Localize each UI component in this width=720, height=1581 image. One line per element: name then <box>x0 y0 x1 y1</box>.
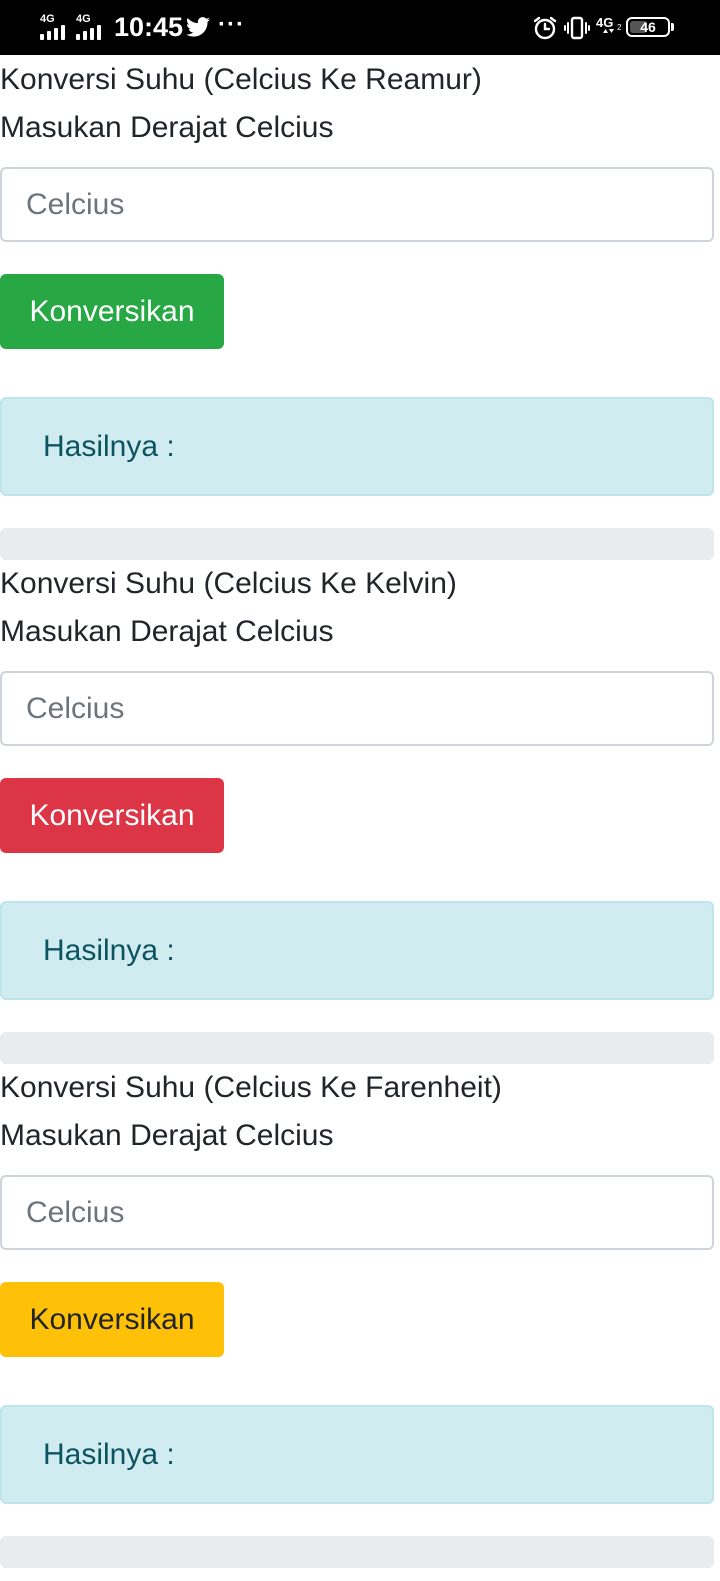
section-divider <box>0 1536 714 1568</box>
battery-level: 46 <box>640 19 656 35</box>
section-title: Konversi Suhu (Celcius Ke Farenheit) <box>0 1071 502 1104</box>
signal-strength-icon: 4G <box>40 14 72 40</box>
celcius-input[interactable] <box>0 1175 714 1250</box>
convert-button[interactable]: Konversikan <box>0 274 224 349</box>
alarm-icon <box>533 16 557 40</box>
vibrate-icon <box>564 16 590 40</box>
status-bar: 4G 4G 10:45 ··· 4G 2 46 <box>0 0 720 55</box>
result-box: Hasilnya : <box>0 1405 714 1504</box>
svg-text:2: 2 <box>617 23 622 32</box>
more-notifications-icon: ··· <box>218 11 245 38</box>
twitter-icon <box>186 17 210 37</box>
section-divider <box>0 528 714 560</box>
celcius-input[interactable] <box>0 671 714 746</box>
network-type-label: 4G <box>596 15 613 30</box>
result-label: Hasilnya : <box>43 1438 175 1471</box>
input-label: Masukan Derajat Celcius <box>0 1119 334 1152</box>
result-box: Hasilnya : <box>0 901 714 1000</box>
section-title: Konversi Suhu (Celcius Ke Reamur) <box>0 63 482 96</box>
section-divider <box>0 1032 714 1064</box>
input-label: Masukan Derajat Celcius <box>0 111 334 144</box>
convert-button[interactable]: Konversikan <box>0 1282 224 1357</box>
result-box: Hasilnya : <box>0 397 714 496</box>
convert-button[interactable]: Konversikan <box>0 778 224 853</box>
status-time: 10:45 <box>114 12 184 42</box>
4g-icon: 4G 2 <box>596 15 622 33</box>
section-title: Konversi Suhu (Celcius Ke Kelvin) <box>0 567 457 600</box>
battery-icon: 46 <box>626 17 674 37</box>
result-label: Hasilnya : <box>43 430 175 463</box>
signal-network-label: 4G <box>76 13 91 25</box>
celcius-input[interactable] <box>0 167 714 242</box>
signal-network-label: 4G <box>40 13 55 25</box>
signal-strength-icon: 4G <box>76 14 108 40</box>
result-label: Hasilnya : <box>43 934 175 967</box>
input-label: Masukan Derajat Celcius <box>0 615 334 648</box>
